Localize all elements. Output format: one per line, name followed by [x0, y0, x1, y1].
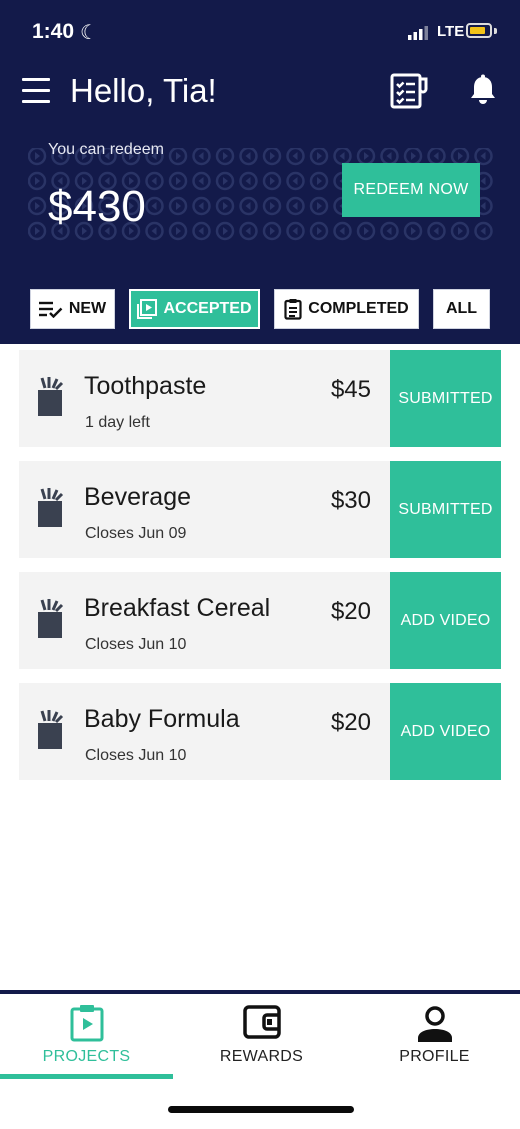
submitted-button[interactable]: SUBMITTED	[390, 461, 501, 558]
home-indicator	[168, 1106, 354, 1113]
filter-accepted-label: ACCEPTED	[163, 300, 252, 317]
play-icon	[137, 299, 158, 319]
project-deadline: Closes Jun 10	[85, 747, 187, 764]
project-card[interactable]: Toothpaste 1 day left $45 SUBMITTED	[19, 350, 501, 447]
grocery-bag-icon	[38, 488, 64, 527]
nav-projects[interactable]: PROJECTS	[0, 994, 173, 1082]
project-deadline: Closes Jun 09	[85, 525, 187, 542]
wallet-icon	[242, 1005, 281, 1039]
status-bar: 1:40 ☾ LTE	[0, 0, 520, 64]
filter-all-button[interactable]: ALL	[433, 289, 490, 329]
greeting-title: Hello, Tia!	[70, 72, 217, 109]
list-check-icon	[38, 301, 63, 318]
project-price: $20	[330, 598, 371, 625]
project-price: $20	[330, 709, 371, 736]
clipboard-icon	[284, 299, 302, 320]
battery-icon	[466, 23, 492, 38]
project-title: Toothpaste	[84, 372, 207, 400]
project-deadline: Closes Jun 10	[85, 636, 187, 653]
project-card[interactable]: Baby Formula Closes Jun 10 $20 ADD VIDEO	[19, 683, 501, 780]
signal-icon	[408, 26, 428, 40]
filter-completed-label: COMPLETED	[308, 300, 409, 317]
project-card[interactable]: Beverage Closes Jun 09 $30 SUBMITTED	[19, 461, 501, 558]
hamburger-menu-icon[interactable]	[22, 78, 50, 104]
redeem-label: You can redeem	[48, 141, 164, 158]
redeem-now-button[interactable]: REDEEM NOW	[342, 163, 480, 217]
network-label: LTE	[437, 23, 465, 40]
project-list: Toothpaste 1 day left $45 SUBMITTED Beve…	[19, 350, 501, 794]
bell-icon[interactable]	[468, 74, 498, 106]
nav-rewards[interactable]: REWARDS	[175, 994, 348, 1082]
project-deadline: 1 day left	[85, 414, 150, 431]
grocery-bag-icon	[38, 710, 64, 749]
person-icon	[417, 1006, 452, 1042]
nav-profile-label: PROFILE	[399, 1048, 470, 1065]
moon-icon: ☾	[80, 22, 98, 44]
add-video-button[interactable]: ADD VIDEO	[390, 683, 501, 780]
grocery-bag-icon	[38, 377, 64, 416]
header: 1:40 ☾ LTE Hello, Tia! You can redeem $4…	[0, 0, 520, 344]
filter-completed-button[interactable]: COMPLETED	[274, 289, 419, 329]
redeem-amount: $430	[48, 182, 146, 231]
project-price: $30	[330, 487, 371, 514]
project-price: $45	[330, 376, 371, 403]
checklist-icon[interactable]	[390, 73, 428, 109]
nav-active-indicator	[0, 1074, 173, 1079]
nav-profile[interactable]: PROFILE	[348, 994, 520, 1082]
nav-projects-label: PROJECTS	[42, 1048, 131, 1065]
project-title: Breakfast Cereal	[84, 594, 271, 622]
filter-new-label: NEW	[68, 300, 107, 317]
nav-rewards-label: REWARDS	[219, 1048, 304, 1065]
status-time: 1:40	[32, 20, 75, 43]
project-title: Beverage	[84, 483, 192, 511]
battery-tip	[494, 28, 497, 34]
project-card[interactable]: Breakfast Cereal Closes Jun 10 $20 ADD V…	[19, 572, 501, 669]
project-title: Baby Formula	[84, 705, 240, 733]
grocery-bag-icon	[38, 599, 64, 638]
clipboard-play-icon	[70, 1005, 103, 1042]
filter-tabs: NEW ACCEPTED COMPLETED ALL	[0, 289, 520, 329]
filter-new-button[interactable]: NEW	[30, 289, 115, 329]
filter-all-label: ALL	[445, 300, 478, 317]
filter-accepted-button[interactable]: ACCEPTED	[129, 289, 260, 329]
add-video-button[interactable]: ADD VIDEO	[390, 572, 501, 669]
submitted-button[interactable]: SUBMITTED	[390, 350, 501, 447]
